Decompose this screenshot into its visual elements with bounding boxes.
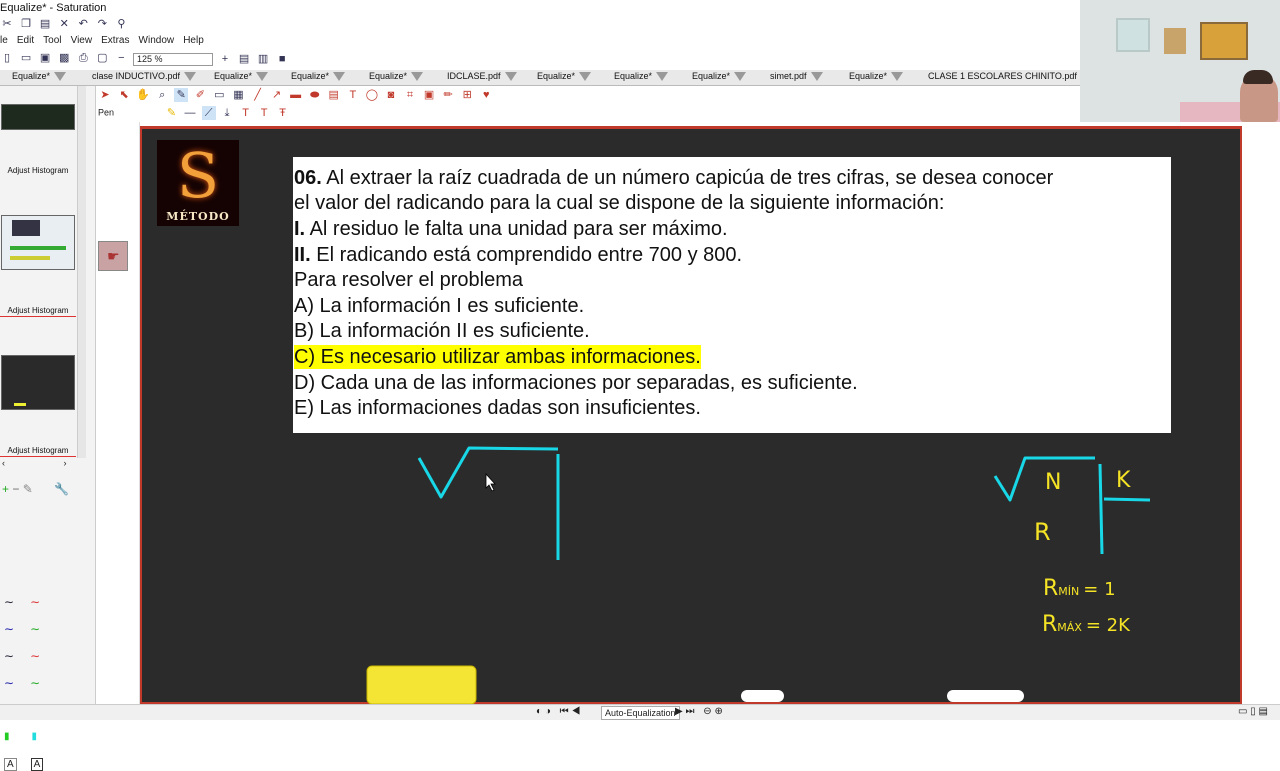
webcam-overlay (1080, 0, 1280, 122)
single-page-icon[interactable]: ▭ (1238, 706, 1247, 717)
corkboard (1200, 22, 1248, 60)
marker-preset[interactable]: ▮ (4, 731, 10, 742)
view-modes: ▭ ▯ ▤ (1238, 706, 1268, 717)
cyan-quotient-line-stroke (1103, 497, 1151, 502)
chalk-piece (741, 690, 784, 702)
handwritten-rmin: RMÍN = 1 (1043, 576, 1116, 601)
last-page-icon[interactable]: ⏭ (685, 706, 694, 717)
text-preset[interactable]: A (4, 758, 17, 771)
handwritten-rmax: RMÁX = 2K (1042, 612, 1130, 637)
two-page-icon[interactable]: ▯ (1250, 706, 1256, 717)
prev-page-icon[interactable]: ◀ (571, 706, 580, 717)
cyan-root-sign-stroke (417, 446, 559, 499)
back-icon[interactable]: ⊖ (703, 706, 711, 717)
handwritten-k: K (1116, 468, 1131, 493)
marker-preset[interactable]: ▮ (32, 731, 38, 742)
wall-frame (1116, 18, 1150, 52)
handwritten-n: N (1045, 470, 1064, 495)
status-nav: ▶ ⏭ ⊖ ⊕ (675, 706, 723, 717)
handwritten-r: R (1034, 518, 1051, 546)
status-tools: ◐ ◑ ⏮ ◀ (536, 706, 580, 717)
yellow-eraser-sponge (366, 665, 477, 705)
contrast-icon[interactable]: ◑ (545, 706, 551, 717)
wall-picture (1164, 28, 1186, 54)
status-bar: ◐ ◑ ⏮ ◀ Auto-Equalization ▶ ⏭ ⊖ ⊕ ▭ ▯ ▤ (0, 704, 1280, 720)
equalize-icon[interactable]: ◐ (536, 706, 542, 717)
first-page-icon[interactable]: ⏮ (560, 706, 569, 717)
cyan-division-line-stroke-2 (1098, 463, 1104, 555)
equalization-mode[interactable]: Auto-Equalization (601, 706, 680, 720)
mouse-cursor-icon (485, 472, 496, 492)
continuous-icon[interactable]: ▤ (1259, 706, 1268, 717)
presenter-hair (1243, 70, 1273, 84)
next-page-icon[interactable]: ▶ (675, 706, 683, 717)
forward-icon[interactable]: ⊕ (714, 706, 722, 717)
chalk-piece (947, 690, 1024, 702)
text-preset[interactable]: A (30, 758, 44, 771)
